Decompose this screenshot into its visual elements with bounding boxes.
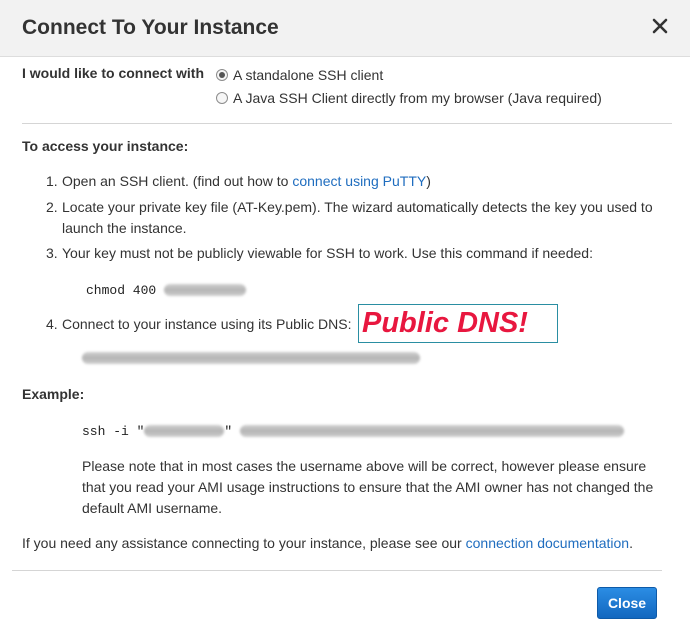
step-number: 4. (46, 316, 58, 332)
radio-standalone-ssh[interactable] (216, 69, 228, 81)
ssh-example-command: ssh -i " " (82, 422, 625, 439)
connection-documentation-link[interactable]: connection documentation (466, 535, 629, 551)
dialog-header: Connect To Your Instance (0, 0, 690, 57)
ssh-quote: " (224, 424, 233, 439)
redacted-public-dns (82, 352, 420, 364)
step-number: 1. (46, 173, 58, 189)
option-standalone-ssh-label: A standalone SSH client (233, 67, 384, 83)
chmod-text: chmod 400 (86, 283, 157, 298)
connect-dialog: Connect To Your Instance I would like to… (0, 0, 690, 631)
connect-with-label: I would like to connect with (22, 65, 205, 81)
redacted-host (240, 425, 625, 438)
assistance-after: . (629, 535, 633, 551)
option-standalone-ssh[interactable]: A standalone SSH client (216, 67, 383, 83)
step-number: 2. (46, 199, 58, 215)
access-heading: To access your instance: (22, 138, 189, 154)
assistance-text: If you need any assistance connecting to… (22, 535, 633, 551)
example-heading: Example: (22, 386, 85, 402)
chmod-command: chmod 400 (86, 281, 247, 298)
close-button[interactable]: Close (597, 587, 657, 619)
footer-divider (12, 570, 662, 571)
step-2-text: Locate your private key file (AT-Key.pem… (62, 199, 653, 236)
username-note: Please note that in most cases the usern… (82, 458, 654, 516)
step-text: Open an SSH client. (find out how to con… (62, 171, 662, 192)
step-3-text: Your key must not be publicly viewable f… (62, 245, 593, 261)
option-java-ssh[interactable]: A Java SSH Client directly from my brows… (216, 90, 602, 106)
step-number: 3. (46, 245, 58, 261)
option-java-ssh-label: A Java SSH Client directly from my brows… (233, 90, 602, 106)
step-1-after: ) (426, 173, 431, 189)
public-dns-annotation: Public DNS! (358, 304, 558, 343)
dialog-title: Connect To Your Instance (22, 16, 279, 39)
section-divider (22, 123, 672, 124)
step-1-text: Open an SSH client. (find out how to (62, 173, 293, 189)
close-icon[interactable] (648, 14, 672, 38)
redacted-key-file (144, 425, 225, 438)
putty-link[interactable]: connect using PuTTY (292, 173, 426, 189)
redacted-key-name (164, 284, 247, 297)
radio-java-ssh[interactable] (216, 92, 228, 104)
assistance-prefix: If you need any assistance connecting to… (22, 535, 466, 551)
ssh-prefix: ssh -i " (82, 424, 145, 439)
